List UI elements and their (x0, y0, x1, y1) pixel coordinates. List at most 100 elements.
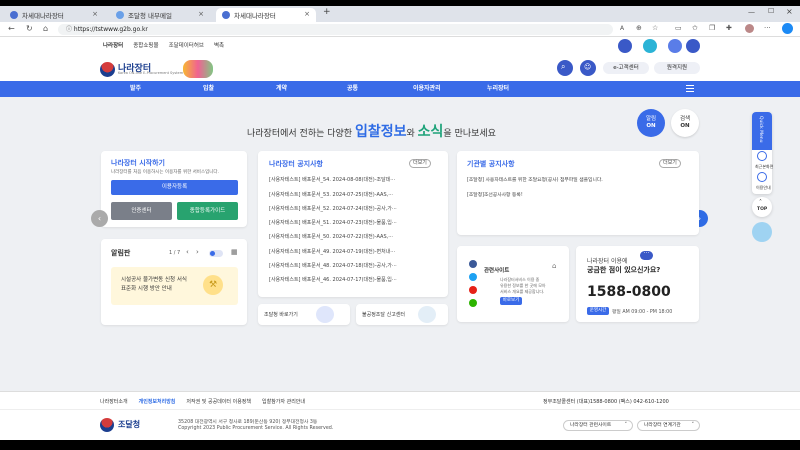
refresh-icon[interactable]: ↻ (26, 24, 33, 33)
quick-menu-label: Quick Menu (758, 116, 763, 143)
cert-center-button[interactable]: 인증센터 (111, 202, 172, 220)
top-shortcut-icon-3[interactable] (668, 39, 682, 53)
top-site-links: 나라장터 종합쇼핑몰 조달데이터허브 벽촉 (103, 41, 224, 49)
footer-link-copyright[interactable]: 저작권 및 공공데이터 이용정책 (186, 398, 251, 405)
favorites-icon[interactable]: ✩ (692, 24, 698, 32)
browser-tab-2[interactable]: 조달청 내부메일 × (110, 8, 210, 22)
related-sites-title: 관련사이트 (484, 268, 510, 274)
tab-label: 차세대나라장터 (234, 12, 276, 20)
alarm-next-icon[interactable]: › (196, 248, 199, 256)
contact-hours: 평일 AM 09:00 - PM 18:00 (612, 310, 673, 315)
related-sites-dropdown[interactable]: 나라장터 관련사이트 ˅ (563, 420, 633, 431)
notice-more-button[interactable]: 더보기 (409, 159, 431, 168)
agency-notice-title: 기관별 공지사항 (467, 160, 515, 168)
header-user-icon[interactable]: ☺ (580, 60, 596, 76)
toplink-4[interactable]: 벽촉 (214, 41, 224, 49)
close-tab-icon[interactable]: × (304, 10, 310, 18)
search-on-button[interactable]: 검색 ON (671, 109, 699, 137)
browser-tab-1[interactable]: 차세대나라장터 × (4, 8, 104, 22)
tab-label: 차세대나라장터 (22, 12, 64, 20)
alarm-prev-icon[interactable]: ‹ (186, 248, 189, 256)
ecenter-button[interactable]: e-고객센터 (603, 62, 649, 74)
close-tab-icon[interactable]: × (198, 10, 204, 18)
site-info-icon[interactable]: ⓘ (66, 26, 74, 33)
nav-nurimarket[interactable]: 누리장터 (487, 81, 509, 97)
twitter-icon[interactable] (469, 273, 477, 281)
close-tab-icon[interactable]: × (92, 10, 98, 18)
footer-links: 나라장터소개 개인정보처리방침 저작권 및 공공데이터 이용정책 입찰참가자 관… (100, 398, 305, 405)
guide-icon[interactable] (757, 172, 767, 182)
extensions-icon[interactable]: ✚ (726, 24, 732, 32)
header-search-icon[interactable]: ⌕ (557, 60, 573, 76)
notice-item[interactable]: [사용자테스트] 배포문서_54. 2024-08-08(대전)-조달데··· (269, 176, 395, 183)
nav-user-mgmt[interactable]: 이용자관리 (413, 81, 441, 97)
minimize-icon[interactable]: — (748, 8, 755, 16)
profile-avatar[interactable] (745, 24, 754, 33)
url-text: https://tstwww.g2b.go.kr (73, 26, 148, 33)
footer-link-about[interactable]: 나라장터소개 (100, 398, 128, 405)
nav-order[interactable]: 발주 (130, 81, 141, 97)
registration-guide-button[interactable]: 종합등록가이드 (177, 202, 238, 220)
top-shortcut-icon-2[interactable] (643, 39, 657, 53)
collections-icon[interactable]: ❐ (709, 24, 715, 32)
guide-label[interactable]: 이용안내 (756, 185, 771, 191)
recent-screen-icon[interactable] (757, 151, 767, 161)
zoom-icon[interactable]: ⊕ (636, 24, 642, 32)
footer-callcenter: 정부조달콜센터 (대표)1588-0800 (팩스) 042-610-1200 (543, 399, 669, 405)
notice-item[interactable]: [사용자테스트] 배포문서_49. 2024-07-19(대전)-변처내··· (269, 248, 395, 255)
more-menu-icon[interactable]: ··· (764, 24, 771, 32)
notice-item[interactable]: [사용자테스트] 배포문서_48. 2024-07-18(대전)-공사,가··· (269, 262, 397, 269)
notice-item[interactable]: [사용자테스트] 배포문서_51. 2024-07-23(대전)-물품,입··· (269, 219, 397, 226)
split-screen-icon[interactable]: ▭ (675, 24, 682, 32)
agency-notice-item[interactable]: [조달청]조선공사사항 등록! (467, 191, 523, 198)
back-icon[interactable]: ← (8, 24, 15, 33)
chatbot-robot-icon[interactable] (752, 222, 772, 242)
browser-tab-3-active[interactable]: 차세대나라장터 × (216, 8, 316, 22)
chevron-down-icon: ˅ (624, 423, 627, 428)
contact-question-1: 나라장터 이용에 (587, 258, 628, 265)
site-logo-icon[interactable] (100, 62, 115, 77)
alarm-on-button[interactable]: 알림 ON (637, 109, 665, 137)
agency-more-button[interactable]: 더보기 (659, 159, 681, 168)
nav-contract[interactable]: 계약 (276, 81, 287, 97)
favorite-star-icon[interactable]: ☆ (652, 24, 658, 32)
youtube-icon[interactable] (469, 286, 477, 294)
agency-notice-item[interactable]: [조달청] 사용자테스트를 위한 조달요청(공사) 점부파일 샘플입니다. (467, 176, 603, 183)
hamburger-menu-icon[interactable] (686, 85, 694, 92)
remote-support-button[interactable]: 원격지원 (654, 62, 700, 74)
footer-link-privacy[interactable]: 개인정보처리방침 (139, 398, 176, 405)
main-nav: 발주 입찰 계약 공통 이용자관리 누리장터 (0, 81, 800, 97)
toplink-naramarket[interactable]: 나라장터 (103, 41, 123, 49)
url-field[interactable]: ⓘ https://tstwww.g2b.go.kr (58, 24, 613, 35)
linked-agencies-dropdown[interactable]: 나라장터 연계기관 ˅ (637, 420, 700, 431)
notice-item[interactable]: [사용자테스트] 배포문서_50. 2024-07-22(대전)-AAS,··· (269, 233, 393, 240)
blog-icon[interactable] (469, 299, 477, 307)
nav-bid[interactable]: 입찰 (203, 81, 214, 97)
recent-screen-label[interactable]: 최근본화면 (755, 164, 773, 170)
alarm-message-line2: 표준화 시행 방안 안내 (121, 286, 172, 292)
read-aloud-icon[interactable]: A (620, 25, 624, 32)
grid-view-icon[interactable]: ▦ (231, 248, 238, 256)
toplink-datahub[interactable]: 조달데이터허브 (169, 41, 204, 49)
window-close-icon[interactable]: × (786, 7, 793, 16)
notice-item[interactable]: [사용자테스트] 배포문서_46. 2024-07-17(대전)-물품,입··· (269, 276, 397, 283)
home-icon[interactable]: ⌂ (43, 24, 48, 33)
headline-pre: 나라장터에서 전하는 다양한 (247, 129, 353, 139)
carousel-prev-icon[interactable]: ‹ (91, 210, 108, 227)
facebook-icon[interactable] (469, 260, 477, 268)
toplink-shoppingmall[interactable]: 종합쇼핑몰 (133, 41, 158, 49)
headline-highlight-2: 소식 (417, 124, 444, 140)
notice-item[interactable]: [사용자테스트] 배포문서_52. 2024-07-24(대전)-공사,가··· (269, 205, 397, 212)
top-shortcut-icon-1[interactable] (618, 39, 632, 53)
notice-item[interactable]: [사용자테스트] 배포문서_53. 2024-07-25(대전)-AAS,··· (269, 191, 393, 198)
nav-common[interactable]: 공통 (347, 81, 358, 97)
top-shortcut-icon-4[interactable] (686, 39, 700, 53)
footer-link-bidder[interactable]: 입찰참가자 관리안내 (262, 398, 305, 405)
maximize-icon[interactable]: ☐ (768, 7, 774, 15)
tab-label: 조달청 내부메일 (128, 12, 172, 20)
user-register-button[interactable]: 이용자등록 (111, 180, 238, 195)
alarm-toggle[interactable] (209, 250, 223, 257)
new-tab-icon[interactable]: + (323, 7, 331, 17)
copilot-icon[interactable] (782, 23, 793, 34)
related-view-button[interactable]: 바로보기 (500, 297, 522, 305)
